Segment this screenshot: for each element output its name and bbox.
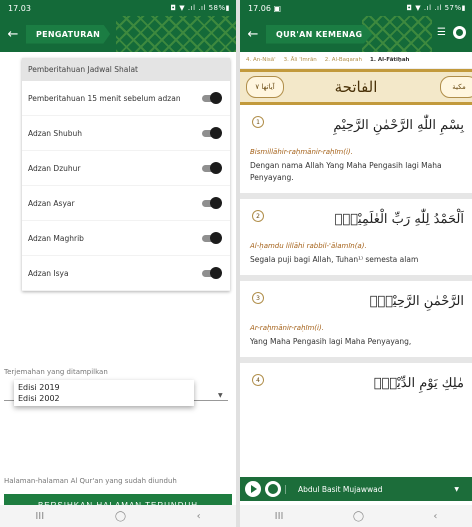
home-icon[interactable]: ◯ — [353, 511, 364, 522]
play-icon[interactable] — [245, 481, 261, 497]
recent-apps-icon[interactable]: III — [275, 511, 284, 522]
settings-gear-icon[interactable] — [453, 26, 466, 39]
option-edisi-2019[interactable]: Edisi 2019 — [18, 382, 190, 393]
app-bar: ← QUR'AN KEMENAG ☰ — [240, 16, 472, 52]
header-pattern — [116, 16, 236, 52]
page-title: QUR'AN KEMENAG — [266, 24, 373, 44]
toggle-row-asyar: Adzan Asyar — [22, 186, 230, 221]
tab-al-fatihah[interactable]: 1. Al-Fātiḥah — [370, 57, 409, 63]
toggle-label: Adzan Maghrib — [28, 233, 84, 243]
toggle-row-shubuh: Adzan Shubuh — [22, 116, 230, 151]
shubuh-toggle[interactable] — [200, 127, 222, 139]
player-settings-icon[interactable] — [265, 481, 281, 497]
toggle-label: Adzan Isya — [28, 268, 69, 278]
tab-al-baqarah[interactable]: 2. Al-Baqarah — [325, 57, 362, 63]
option-edisi-2002[interactable]: Edisi 2002 — [18, 393, 190, 404]
downloaded-pages-label: Halaman-halaman Al Qur'an yang sudah diu… — [4, 477, 177, 485]
verse-card[interactable]: 1 بِسْمِ اللّٰهِ الرَّحْمٰنِ الرَّحِيْمِ… — [240, 105, 472, 199]
audio-player-bar: Abdul Basit Mujawwad ▼ — [240, 477, 472, 501]
revelation-badge: مكية — [440, 76, 472, 98]
toggle-label: Adzan Asyar — [28, 198, 75, 208]
list-view-icon[interactable]: ☰ — [437, 27, 446, 38]
chevron-down-icon[interactable]: ▼ — [454, 486, 459, 493]
app-bar: ← PENGATURAN — [0, 16, 236, 52]
status-icons: ◘ ▼ .ıl .ıl 57%▮ — [406, 4, 466, 12]
reminder-toggle[interactable] — [200, 92, 222, 104]
surah-banner: آياتها ٧ الفاتحة مكية — [240, 69, 472, 105]
verse-arabic: مٰلِكِ يَوْمِ الدِّيْنِۗ — [373, 376, 464, 391]
system-nav-bar: III ◯ ‹ — [0, 505, 236, 527]
page-title: PENGATURAN — [26, 24, 111, 44]
status-bar: 17.03 ◘ ▼ .ıl .ıl 58%▮ — [0, 0, 236, 16]
verse-number: 3 — [252, 292, 264, 304]
toggle-row-maghrib: Adzan Maghrib — [22, 221, 230, 256]
toggle-row-dzuhur: Adzan Dzuhur — [22, 151, 230, 186]
dropdown-caret-icon[interactable]: ▼ — [218, 392, 223, 399]
maghrib-toggle[interactable] — [200, 232, 222, 244]
verse-arabic: الرَّحْمٰنِ الرَّحِيْمِۙ — [369, 294, 464, 309]
status-icons: ◘ ▼ .ıl .ıl 58%▮ — [170, 4, 230, 12]
reciter-select[interactable]: Abdul Basit Mujawwad — [285, 484, 450, 494]
isya-toggle[interactable] — [200, 267, 222, 279]
back-nav-icon[interactable]: ‹ — [433, 511, 437, 522]
verse-arabic: بِسْمِ اللّٰهِ الرَّحْمٰنِ الرَّحِيْمِ — [333, 118, 464, 133]
home-icon[interactable]: ◯ — [115, 511, 126, 522]
back-arrow-icon[interactable]: ← — [0, 27, 26, 42]
prayer-notification-card: Pemberitahuan Jadwal Shalat Pemberitahua… — [22, 58, 230, 291]
back-arrow-icon[interactable]: ← — [240, 27, 266, 42]
status-time: 17.03 — [8, 3, 31, 13]
asyar-toggle[interactable] — [200, 197, 222, 209]
toggle-label: Adzan Shubuh — [28, 128, 82, 138]
verse-card[interactable]: 2 اَلْحَمْدُ لِلّٰهِ رَبِّ الْعٰلَمِيْنَ… — [240, 199, 472, 281]
verse-number: 4 — [252, 374, 264, 386]
toggle-label: Adzan Dzuhur — [28, 163, 81, 173]
verse-arabic: اَلْحَمْدُ لِلّٰهِ رَبِّ الْعٰلَمِيْنَۙ — [334, 212, 464, 227]
back-nav-icon[interactable]: ‹ — [197, 511, 201, 522]
verse-number: 2 — [252, 210, 264, 222]
toggle-label: Pemberitahuan 15 menit sebelum adzan — [28, 93, 181, 103]
verse-card[interactable]: 3 الرَّحْمٰنِ الرَّحِيْمِۙ Ar-raḥmānir-r… — [240, 281, 472, 363]
translation-dropdown[interactable]: Edisi 2019 Edisi 2002 — [14, 380, 194, 406]
settings-screen: 17.03 ◘ ▼ .ıl .ıl 58%▮ ← PENGATURAN Pemb… — [0, 0, 236, 527]
tab-ali-imran[interactable]: 3. Āli 'Imrān — [284, 57, 317, 63]
surah-tabs: 4. An-Nisā' 3. Āli 'Imrān 2. Al-Baqarah … — [240, 52, 472, 69]
card-header: Pemberitahuan Jadwal Shalat — [22, 58, 230, 81]
dzuhur-toggle[interactable] — [200, 162, 222, 174]
header-pattern — [362, 16, 432, 52]
verse-translation: Yang Maha Pengasih lagi Maha Penyayang, — [250, 337, 412, 346]
tab-an-nisa[interactable]: 4. An-Nisā' — [246, 57, 276, 63]
quran-reader-screen: 17.06 ▣ ◘ ▼ .ıl .ıl 57%▮ ← QUR'AN KEMENA… — [236, 0, 472, 527]
toggle-row-reminder: Pemberitahuan 15 menit sebelum adzan — [22, 81, 230, 116]
system-nav-bar: III ◯ ‹ — [240, 505, 472, 527]
verse-latin: Bismillāhir-raḥmānir-raḥīm(i). — [250, 148, 353, 156]
verse-count-badge: آياتها ٧ — [246, 76, 284, 98]
toggle-row-isya: Adzan Isya — [22, 256, 230, 291]
recent-apps-icon[interactable]: III — [35, 511, 44, 522]
verse-translation: Dengan nama Allah Yang Maha Pengasih lag… — [250, 161, 442, 182]
verse-latin: Al-ḥamdu lillāhi rabbil-'ālamīn(a). — [250, 242, 367, 250]
status-bar: 17.06 ▣ ◘ ▼ .ıl .ıl 57%▮ — [240, 0, 472, 16]
translation-label: Terjemahan yang ditampilkan — [4, 368, 108, 376]
surah-name: الفاتحة — [334, 78, 378, 96]
status-time: 17.06 ▣ — [248, 3, 282, 13]
verse-latin: Ar-raḥmānir-raḥīm(i). — [250, 324, 324, 332]
verse-card[interactable]: 4 مٰلِكِ يَوْمِ الدِّيْنِۗ — [240, 363, 472, 399]
verse-number: 1 — [252, 116, 264, 128]
verse-translation: Segala puji bagi Allah, Tuhan¹⁾ semesta … — [250, 255, 419, 264]
